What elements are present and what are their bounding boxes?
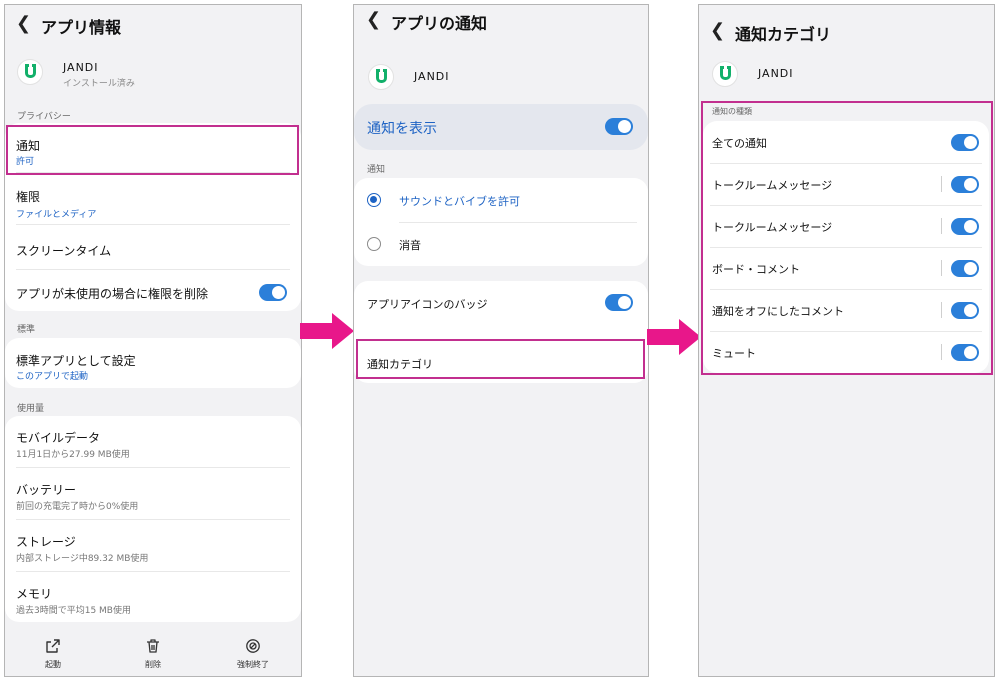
battery-row-title: バッテリー — [16, 483, 77, 497]
storage-row[interactable]: ストレージ 内部ストレージ中89.32 MB使用 — [5, 520, 301, 570]
screen-time-row-title: スクリーンタイム — [16, 244, 112, 258]
permissions-row-title: 権限 — [16, 190, 41, 204]
back-icon[interactable]: ❮ — [366, 11, 381, 29]
memory-row-value: 過去3時間で平均15 MB使用 — [16, 606, 131, 616]
highlight-types-box — [701, 101, 993, 375]
divider — [16, 224, 290, 225]
delete-button[interactable]: 削除 — [123, 638, 183, 670]
open-button-label: 起動 — [45, 660, 61, 669]
open-button[interactable]: 起動 — [23, 638, 83, 670]
jandi-app-icon — [368, 64, 394, 90]
page-title: アプリの通知 — [391, 14, 488, 33]
highlight-categories-box — [356, 339, 645, 379]
stop-icon — [246, 639, 260, 653]
silent-radio[interactable] — [367, 237, 381, 251]
remove-permissions-row-title: アプリが未使用の場合に権限を削除 — [16, 287, 209, 301]
trash-icon — [147, 639, 159, 653]
permissions-row-value: ファイルとメディア — [16, 210, 97, 220]
storage-row-value: 内部ストレージ中89.32 MB使用 — [16, 554, 149, 564]
default-app-row-value: このアプリで起動 — [16, 372, 89, 382]
highlight-notification-box — [6, 125, 299, 175]
sound-vibrate-radio[interactable] — [367, 193, 381, 207]
app-icon-badge-toggle[interactable] — [605, 294, 633, 311]
divider — [16, 269, 290, 270]
sound-vibrate-option[interactable]: サウンドとバイブを許可 — [354, 178, 648, 221]
permissions-row[interactable]: 権限 ファイルとメディア — [5, 175, 301, 223]
app-info-screen: ❮ アプリ情報 JANDI インストール済み プライバシー 通知 許可 権限 フ… — [4, 4, 302, 677]
back-icon[interactable]: ❮ — [710, 22, 725, 40]
delete-button-label: 削除 — [145, 660, 161, 669]
mobile-data-row[interactable]: モバイルデータ 11月1日から27.99 MB使用 — [5, 416, 301, 466]
show-notifications-toggle[interactable] — [605, 118, 633, 135]
app-name: JANDI — [414, 70, 450, 83]
show-notifications-label: 通知を表示 — [367, 121, 437, 137]
silent-option[interactable]: 消音 — [354, 223, 648, 266]
flow-arrow-icon — [300, 313, 354, 349]
screen-time-row[interactable]: スクリーンタイム — [5, 227, 301, 269]
usage-card: モバイルデータ 11月1日から27.99 MB使用 バッテリー 前回の充電完了時… — [5, 416, 301, 622]
app-name: JANDI — [758, 67, 794, 80]
open-external-icon — [46, 639, 60, 653]
force-stop-button[interactable]: 強制終了 — [223, 638, 283, 670]
section-header-default: 標準 — [17, 325, 36, 335]
app-icon-badge-label: アプリアイコンのバッジ — [367, 298, 488, 311]
force-stop-button-label: 強制終了 — [237, 660, 269, 669]
storage-row-title: ストレージ — [16, 535, 76, 549]
remove-permissions-row[interactable]: アプリが未使用の場合に権限を削除 — [5, 271, 301, 311]
memory-row-title: メモリ — [16, 587, 53, 601]
sound-vibrate-label: サウンドとバイブを許可 — [399, 195, 520, 208]
default-app-row[interactable]: 標準アプリとして設定 このアプリで起動 — [5, 338, 301, 388]
app-icon-badge-row[interactable]: アプリアイコンのバッジ — [354, 281, 648, 325]
battery-row-value: 前回の充電完了時から0%使用 — [16, 502, 139, 512]
silent-label: 消音 — [399, 239, 421, 252]
show-notifications-row[interactable]: 通知を表示 — [354, 104, 648, 150]
section-header-usage: 使用量 — [17, 404, 45, 414]
page-title: アプリ情報 — [41, 18, 122, 37]
mobile-data-row-title: モバイルデータ — [16, 431, 101, 445]
sound-mode-card: サウンドとバイブを許可 消音 — [354, 178, 648, 266]
section-header-notification: 通知 — [367, 165, 386, 175]
remove-permissions-toggle[interactable] — [259, 284, 287, 301]
notification-categories-screen: ❮ 通知カテゴリ JANDI 通知の種類 全ての通知 トークルームメッセージ ト… — [698, 4, 995, 677]
app-install-status: インストール済み — [63, 79, 135, 89]
back-icon[interactable]: ❮ — [16, 15, 31, 33]
jandi-app-icon — [712, 61, 738, 87]
jandi-app-icon — [17, 59, 43, 85]
battery-row[interactable]: バッテリー 前回の充電完了時から0%使用 — [5, 468, 301, 518]
app-name: JANDI — [63, 61, 99, 74]
page-title: 通知カテゴリ — [735, 25, 832, 44]
mobile-data-row-value: 11月1日から27.99 MB使用 — [16, 450, 130, 460]
section-header-privacy: プライバシー — [17, 112, 71, 122]
default-app-row-title: 標準アプリとして設定 — [16, 354, 136, 368]
memory-row[interactable]: メモリ 過去3時間で平均15 MB使用 — [5, 572, 301, 622]
app-notifications-screen: ❮ アプリの通知 JANDI 通知を表示 通知 サウンドとバイブを許可 消音 ア… — [353, 4, 649, 677]
flow-arrow-icon — [647, 319, 701, 355]
